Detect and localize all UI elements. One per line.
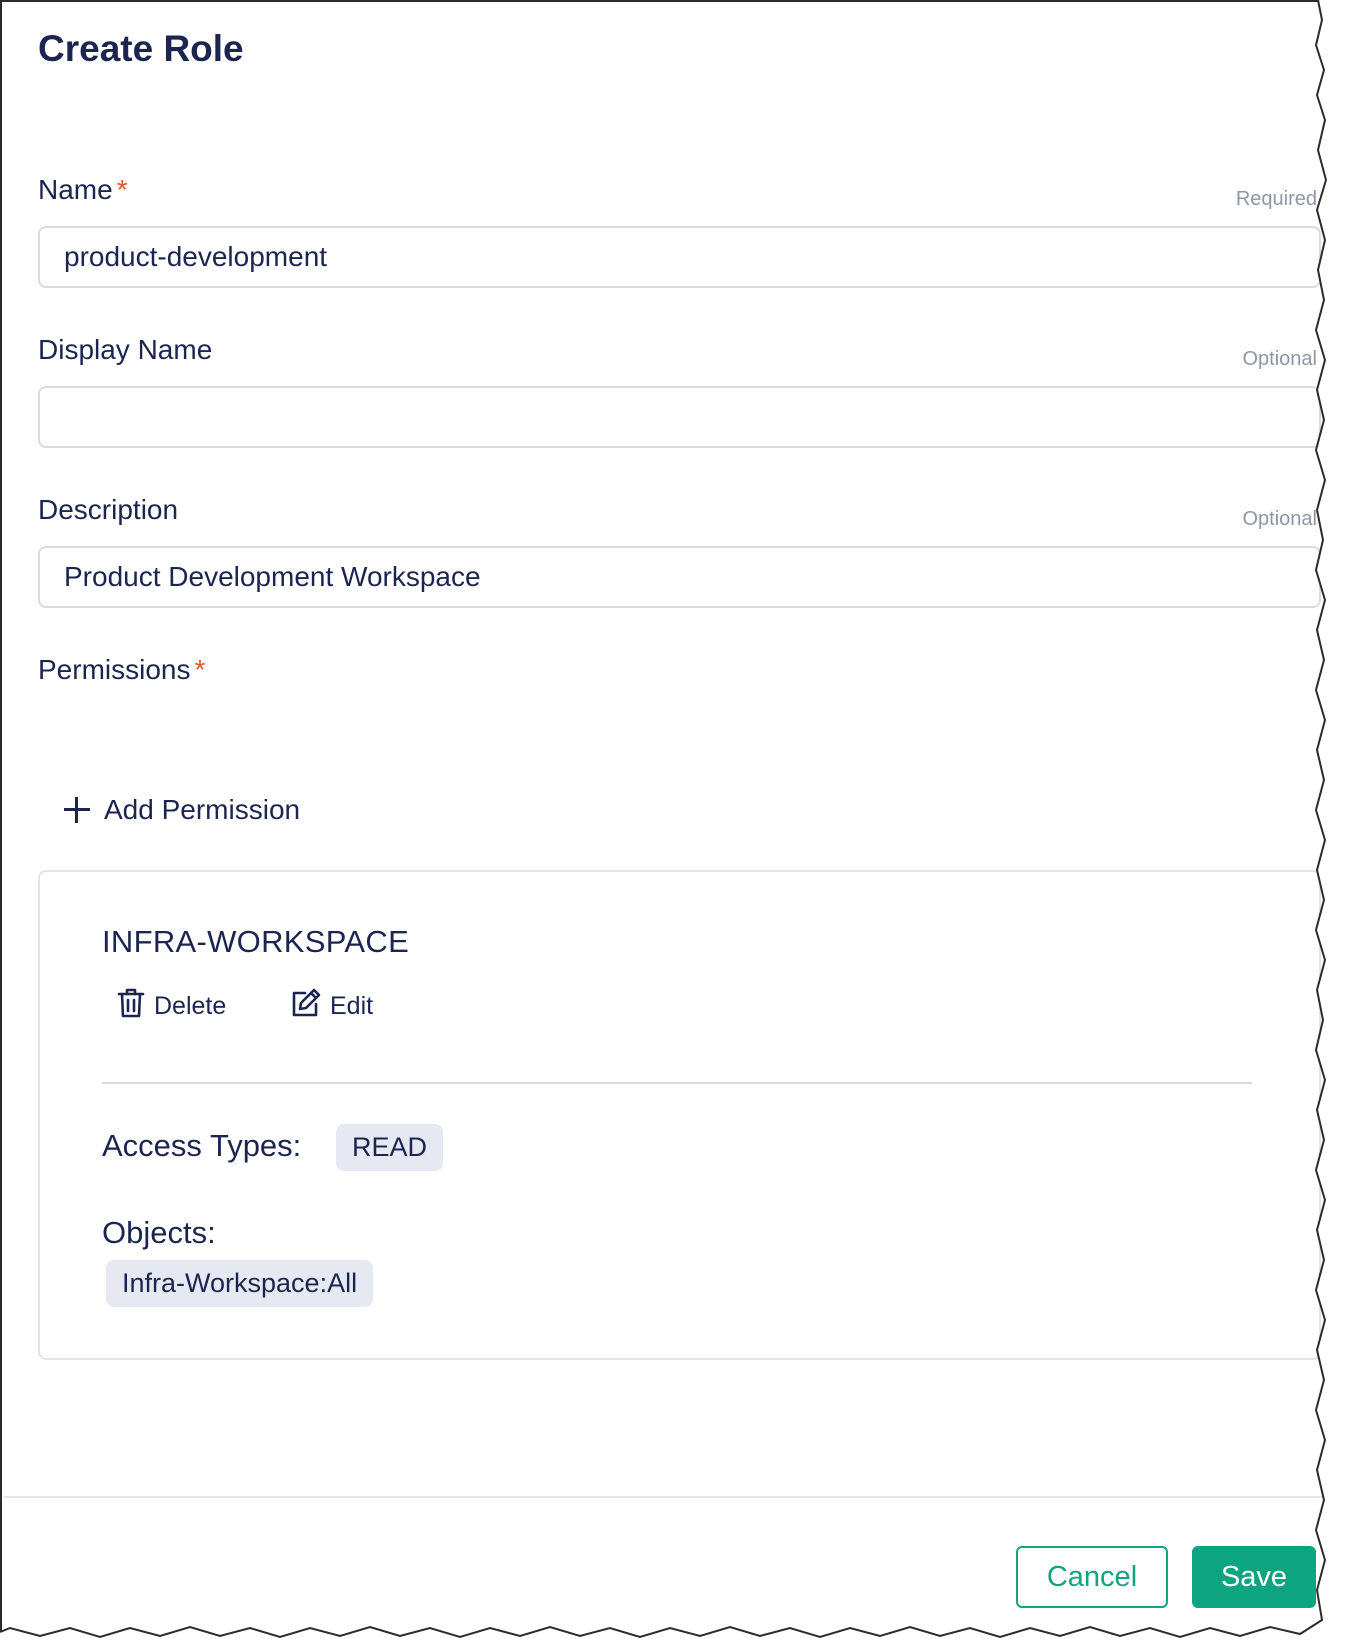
permission-name: INFRA-WORKSPACE (102, 924, 410, 959)
create-role-dialog: Create Role Name* Required Display Name … (0, 0, 1345, 1649)
display-name-label: Display Name (38, 334, 213, 365)
edit-label: Edit (330, 992, 374, 1020)
name-label-text: Name (38, 174, 113, 205)
permissions-required-star: * (194, 654, 206, 685)
dialog-title: Create Role (38, 28, 244, 69)
display-name-input[interactable] (38, 386, 1321, 448)
delete-permission-button[interactable]: Delete (116, 987, 226, 1026)
object-chip: Infra-Workspace:All (106, 1260, 374, 1307)
delete-label: Delete (154, 992, 227, 1020)
name-required-hint: Required (1235, 188, 1317, 210)
edit-icon (290, 987, 322, 1026)
permissions-label-text: Permissions (38, 654, 191, 685)
permission-card: INFRA-WORKSPACE Delete Edit Access Types… (38, 870, 1321, 1360)
name-input[interactable] (38, 226, 1321, 288)
access-types-label: Access Types: (102, 1128, 302, 1163)
trash-icon (116, 987, 146, 1026)
name-required-star: * (116, 174, 128, 205)
cancel-button[interactable]: Cancel (1016, 1546, 1168, 1608)
objects-label: Objects: (102, 1215, 216, 1250)
description-input[interactable] (38, 546, 1321, 608)
add-permission-button[interactable]: Add Permission (64, 794, 300, 826)
plus-icon (64, 797, 90, 823)
permissions-label: Permissions * (38, 654, 205, 686)
save-button[interactable]: Save (1192, 1546, 1316, 1608)
name-label: Name * (38, 174, 128, 206)
add-permission-label: Add Permission (104, 794, 301, 825)
permission-divider (102, 1082, 1252, 1084)
description-optional-hint: Optional (1242, 508, 1318, 530)
display-name-optional-hint: Optional (1242, 348, 1318, 370)
footer-divider (4, 1496, 1334, 1498)
access-type-chip: READ (336, 1124, 444, 1171)
edit-permission-button[interactable]: Edit (290, 987, 373, 1026)
description-label: Description (38, 494, 179, 525)
